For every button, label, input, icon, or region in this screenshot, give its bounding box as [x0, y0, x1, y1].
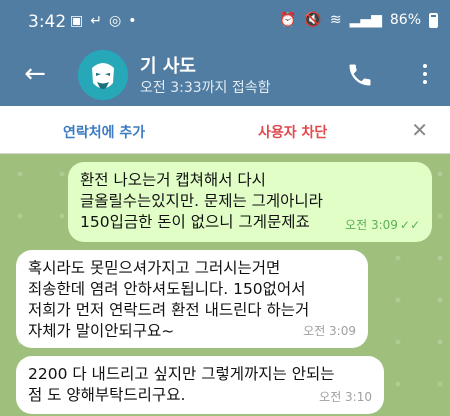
- alarm-icon: ⏰: [278, 12, 297, 28]
- status-time: 3:42: [28, 12, 67, 32]
- mute-icon: 🔇: [304, 12, 322, 28]
- message-line: 글올릴수는있지만. 문제는 그게아니라: [80, 192, 323, 210]
- back-arrow-icon[interactable]: ←: [20, 59, 50, 89]
- dot-icon: •: [128, 13, 137, 29]
- incoming-message[interactable]: 혹시라도 못믿으셔가지고 그러시는거면 죄송한데 염려 안하셔도됩니다. 150…: [16, 250, 368, 348]
- message-line: 저희가 먼저 연락드려 환전 내드린다 하는거: [28, 301, 310, 319]
- add-contact-button[interactable]: 연락처에 추가: [63, 122, 145, 142]
- system-icons: ⏰ 🔇 ≋ ▂▄▆ 86%: [279, 12, 438, 28]
- incoming-message[interactable]: 2200 다 내드리고 싶지만 그렇게까지는 안되는 점 도 양해부탁드리구요.…: [16, 356, 384, 414]
- outgoing-message[interactable]: 환전 나오는거 캡쳐해서 다시 글올릴수는있지만. 문제는 그게아니라 150입…: [68, 162, 432, 242]
- battery-icon: [429, 12, 438, 28]
- phone-icon[interactable]: [346, 61, 374, 89]
- more-options-icon[interactable]: [418, 58, 432, 90]
- chat-area[interactable]: 환전 나오는거 캡쳐해서 다시 글올릴수는있지만. 문제는 그게아니라 150입…: [0, 154, 450, 416]
- battery-percent: 86%: [389, 12, 421, 28]
- notification-icons: ▣ ↵ ◎ •: [70, 13, 136, 29]
- message-line: 혹시라도 못믿으셔가지고 그러시는거면: [28, 259, 281, 277]
- avatar[interactable]: [78, 50, 128, 100]
- block-user-button[interactable]: 사용자 차단: [258, 122, 327, 142]
- chat-header: ← 기 사도 오전 3:33까지 접속함: [0, 46, 450, 106]
- mask-avatar-icon: [78, 50, 128, 100]
- status-bar: 3:42 ▣ ↵ ◎ • ⏰ 🔇 ≋ ▂▄▆ 86%: [0, 0, 450, 46]
- read-checkmarks-icon: ✓✓: [399, 218, 420, 232]
- contact-name: 기 사도: [140, 56, 196, 77]
- wifi-icon: ≋: [329, 12, 342, 28]
- message-time: 오전 3:09 ✓✓: [345, 218, 420, 232]
- last-seen-status: 오전 3:33까지 접속함: [140, 80, 271, 96]
- message-line: 환전 나오는거 캡쳐해서 다시: [80, 171, 266, 189]
- message-time: 오전 3:09: [303, 324, 356, 338]
- message-line: 2200 다 내드리고 싶지만 그렇게까지는 안되는: [28, 365, 335, 383]
- signal-icon: ▂▄▆: [349, 12, 382, 28]
- gallery-icon: ▣: [70, 13, 84, 29]
- close-icon[interactable]: ✕: [411, 118, 428, 142]
- message-time: 오전 3:10: [319, 390, 372, 404]
- arrow-icon: ↵: [90, 13, 102, 29]
- app-icon: ◎: [108, 13, 122, 29]
- message-line: 죄송한데 염려 안하셔도됩니다. 150없어서: [28, 280, 306, 298]
- contact-action-bar: 연락처에 추가 사용자 차단 ✕: [0, 106, 450, 154]
